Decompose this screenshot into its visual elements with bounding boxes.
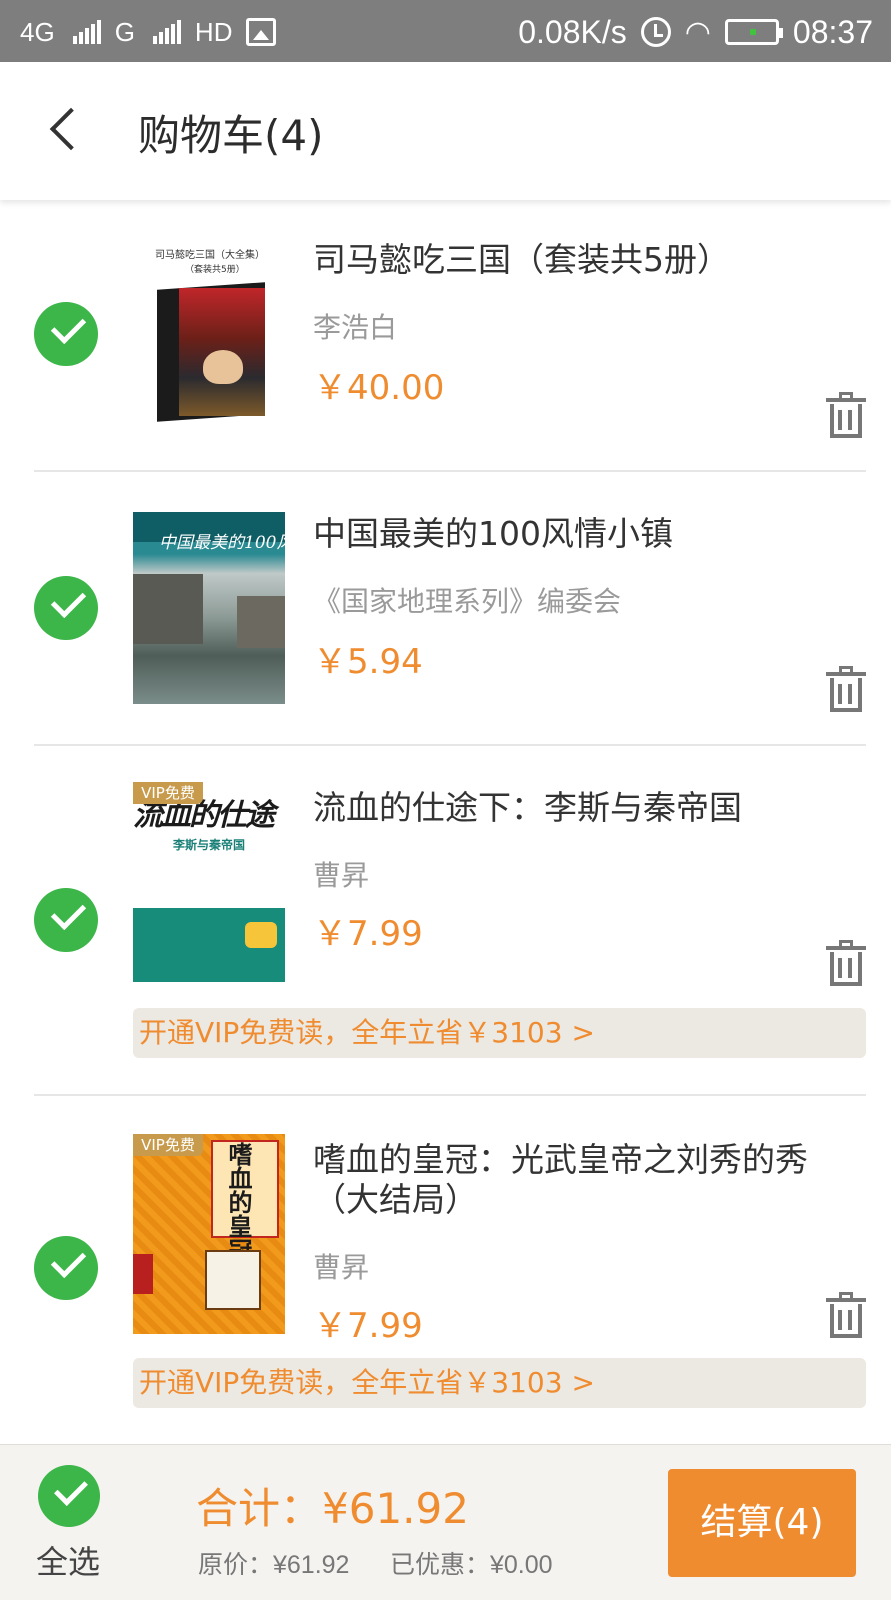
hd-label: HD [194, 16, 233, 47]
original-price: 原价：¥61.92 [198, 1551, 350, 1579]
network-1-label: 4G [20, 16, 55, 47]
page-title: 购物车(4) [138, 111, 324, 160]
item-4-price: ￥7.99 [313, 1306, 423, 1346]
item-3-cover-subtitle: 李斯与秦帝国 [173, 838, 246, 852]
item-3-price: ￥7.99 [313, 914, 423, 954]
item-2-title[interactable]: 中国最美的100风情小镇 [313, 514, 858, 554]
item-3-title[interactable]: 流血的仕途下：李斯与秦帝国 [313, 788, 858, 828]
total-price: 合计：¥61.92 [196, 1484, 469, 1533]
item-1-checkbox[interactable] [34, 302, 98, 366]
item-3-vip-promo[interactable]: 开通VIP免费读，全年立省￥3103 > [133, 1008, 866, 1058]
network-speed: 0.08K/s [518, 13, 627, 50]
status-bar: 4G G HD 0.08K/s ◠ 08:37 [0, 0, 891, 62]
item-3-cover[interactable]: VIP免费 流血的仕途 李斯与秦帝国 [133, 782, 285, 982]
network-2-label: G [114, 16, 135, 47]
item-4-delete-icon[interactable] [826, 1292, 866, 1338]
image-notification-icon [246, 18, 277, 46]
item-2-author: 《国家地理系列》编委会 [313, 585, 622, 618]
item-4-title[interactable]: 嗜血的皇冠：光武皇帝之刘秀的秀（大结局） [313, 1140, 858, 1220]
item-1-author: 李浩白 [313, 311, 398, 344]
item-2-cover-title: 中国最美的100风情小镇 [159, 533, 285, 553]
item-1-cover[interactable]: 司马懿吃三国（大全集） （套装共5册） [133, 240, 285, 430]
item-2-cover[interactable]: 中国最美的100风情小镇 [133, 512, 285, 704]
item-4-cover[interactable]: VIP免费 嗜血的皇冠 [133, 1134, 285, 1334]
item-3-author: 曹昇 [313, 859, 370, 892]
discount-amount: 已优惠：¥0.00 [390, 1551, 553, 1579]
battery-icon [724, 19, 783, 45]
item-1-delete-icon[interactable] [826, 392, 866, 438]
signal-1-icon [72, 20, 101, 44]
divider [34, 1094, 866, 1096]
clock: 08:37 [792, 13, 873, 50]
item-4-vip-badge: VIP免费 [133, 1134, 203, 1156]
signal-2-icon [152, 20, 181, 44]
item-2-price: ￥5.94 [313, 642, 423, 682]
checkout-button[interactable]: 结算(4) [668, 1469, 856, 1577]
select-all-label[interactable]: 全选 [36, 1537, 100, 1583]
item-1-cover-title: 司马懿吃三国（大全集） [155, 250, 265, 261]
checkout-bar: 全选 合计：¥61.92 原价：¥61.92 已优惠：¥0.00 结算(4) [0, 1444, 891, 1600]
item-4-vip-promo[interactable]: 开通VIP免费读，全年立省￥3103 > [133, 1358, 866, 1408]
item-4-author: 曹昇 [313, 1251, 370, 1284]
divider [34, 744, 866, 746]
item-2-delete-icon[interactable] [826, 666, 866, 712]
item-3-vip-badge: VIP免费 [133, 782, 203, 804]
alarm-icon [640, 17, 671, 47]
wifi-icon: ◠ [684, 15, 711, 49]
back-arrow-icon[interactable] [46, 102, 90, 158]
item-3-delete-icon[interactable] [826, 940, 866, 986]
item-1-title[interactable]: 司马懿吃三国（套装共5册） [313, 240, 858, 280]
item-1-cover-subtitle: （套装共5册） [185, 265, 245, 275]
app-header: 购物车(4) [0, 62, 891, 200]
item-3-checkbox[interactable] [34, 888, 98, 952]
divider [34, 470, 866, 472]
item-4-cover-title: 嗜血的皇冠 [224, 1142, 253, 1262]
item-2-checkbox[interactable] [34, 576, 98, 640]
select-all-checkbox[interactable] [38, 1465, 100, 1527]
item-1-price: ￥40.00 [313, 368, 445, 408]
cart-list[interactable]: 司马懿吃三国（大全集） （套装共5册） 司马懿吃三国（套装共5册） 李浩白 ￥4… [0, 200, 891, 1444]
item-4-checkbox[interactable] [34, 1236, 98, 1300]
